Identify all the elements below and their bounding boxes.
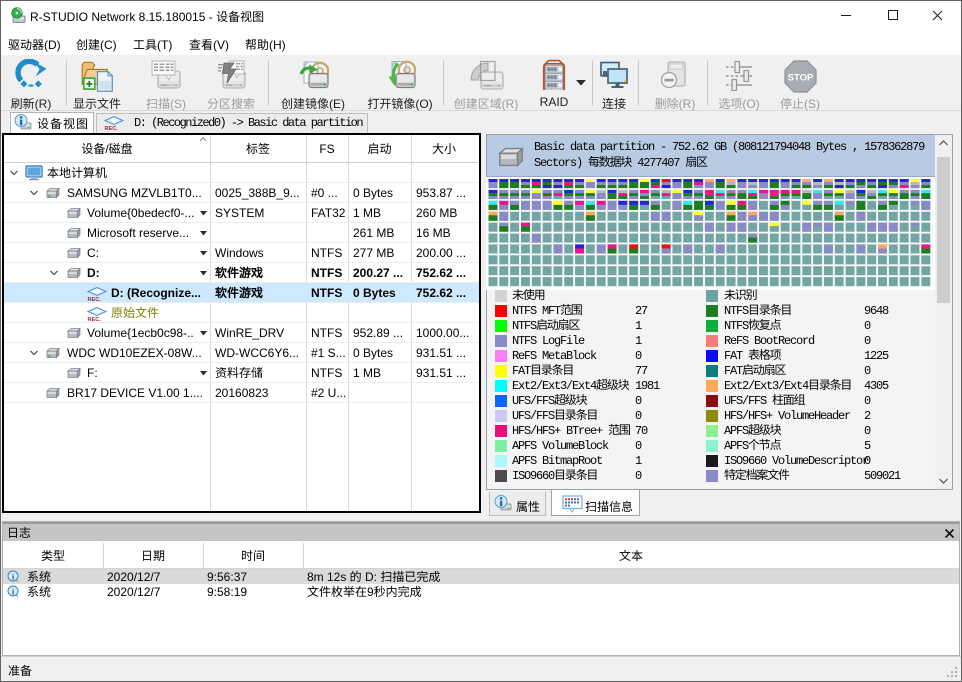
svg-text:REC.: REC. bbox=[88, 317, 102, 321]
svg-text:STOP: STOP bbox=[787, 73, 813, 84]
svg-text:REC.: REC. bbox=[88, 297, 102, 301]
svg-text:REC.: REC. bbox=[105, 126, 119, 130]
